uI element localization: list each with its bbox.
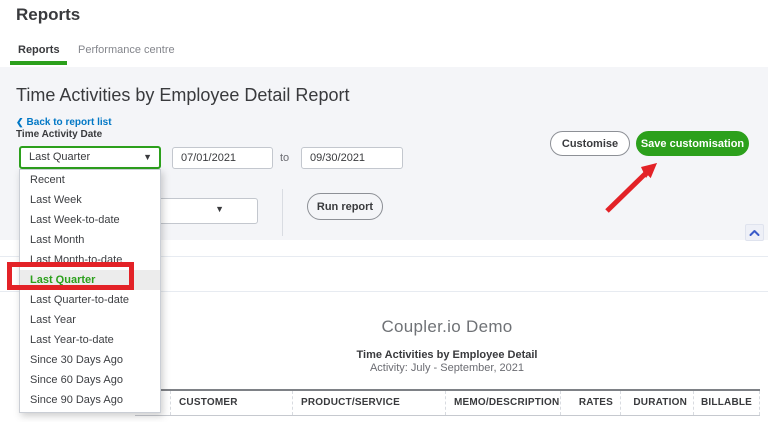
tab-performance-centre[interactable]: Performance centre — [78, 44, 175, 56]
collapse-panel-button[interactable] — [745, 224, 764, 241]
table-header-customer[interactable]: CUSTOMER — [170, 391, 292, 415]
period-select-value: Last Quarter — [29, 151, 90, 163]
tab-reports[interactable]: Reports — [18, 44, 60, 56]
dropdown-item-last-month[interactable]: Last Month — [20, 230, 160, 250]
dropdown-item-last-week-to-date[interactable]: Last Week-to-date — [20, 210, 160, 230]
dropdown-item-last-year[interactable]: Last Year — [20, 310, 160, 330]
chevron-down-icon: ▼ — [215, 204, 224, 214]
period-dropdown-list: Recent Last Week Last Week-to-date Last … — [19, 169, 161, 413]
page-title: Reports — [16, 5, 80, 25]
to-label: to — [280, 152, 289, 164]
back-chevron-icon: ❮ — [16, 117, 24, 127]
table-header-billable[interactable]: BILLABLE — [693, 391, 760, 415]
dropdown-item-last-quarter-to-date[interactable]: Last Quarter-to-date — [20, 290, 160, 310]
dropdown-item-since-90-days-ago[interactable]: Since 90 Days Ago — [20, 390, 160, 410]
table-header-duration[interactable]: DURATION — [620, 391, 693, 415]
report-title: Time Activities by Employee Detail Repor… — [16, 85, 349, 106]
reports-page: Reports Reports Performance centre Time … — [0, 0, 768, 422]
dropdown-item-last-month-to-date[interactable]: Last Month-to-date — [20, 250, 160, 270]
table-header-memo-description[interactable]: MEMO/DESCRIPTION — [445, 391, 560, 415]
company-name: Coupler.io Demo — [127, 317, 767, 337]
dropdown-item-last-year-to-date[interactable]: Last Year-to-date — [20, 330, 160, 350]
table-header-rates[interactable]: RATES — [560, 391, 620, 415]
back-link-label: Back to report list — [27, 117, 112, 128]
date-from-input[interactable] — [172, 147, 273, 169]
active-tab-underline — [10, 61, 67, 65]
run-report-button[interactable]: Run report — [307, 193, 383, 220]
dropdown-item-recent[interactable]: Recent — [20, 170, 160, 190]
chevron-up-icon — [749, 229, 760, 237]
back-to-report-list-link[interactable]: ❮Back to report list — [16, 117, 112, 128]
dropdown-item-last-week[interactable]: Last Week — [20, 190, 160, 210]
report-canvas-period: Activity: July - September, 2021 — [127, 362, 767, 374]
dropdown-item-since-60-days-ago[interactable]: Since 60 Days Ago — [20, 370, 160, 390]
time-activity-date-label: Time Activity Date — [16, 129, 102, 140]
report-table-header: CUSTOMER PRODUCT/SERVICE MEMO/DESCRIPTIO… — [135, 389, 760, 416]
report-canvas-title: Time Activities by Employee Detail — [127, 349, 767, 361]
chevron-down-icon: ▼ — [143, 148, 152, 167]
date-to-input[interactable] — [301, 147, 403, 169]
dropdown-item-since-30-days-ago[interactable]: Since 30 Days Ago — [20, 350, 160, 370]
dropdown-item-last-quarter[interactable]: Last Quarter — [20, 270, 160, 290]
customise-button[interactable]: Customise — [550, 131, 630, 156]
toolbar-divider — [282, 189, 283, 236]
period-select[interactable]: Last Quarter ▼ — [19, 146, 161, 169]
table-header-product-service[interactable]: PRODUCT/SERVICE — [292, 391, 445, 415]
save-customisation-button[interactable]: Save customisation — [636, 131, 749, 156]
